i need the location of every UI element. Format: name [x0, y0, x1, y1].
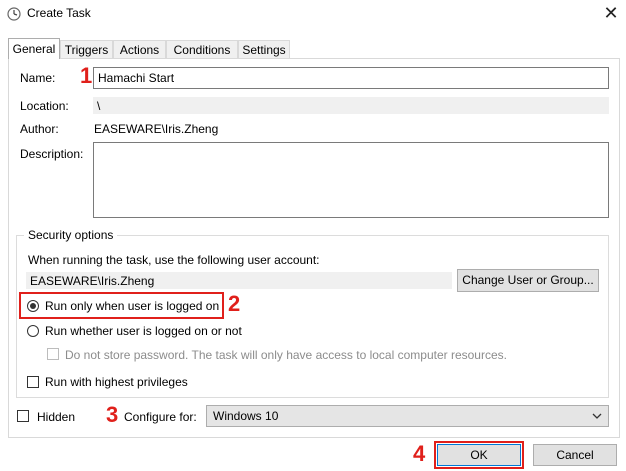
location-label: Location:: [20, 99, 69, 113]
title-bar: Create Task ✕: [0, 0, 626, 28]
highest-privileges-label[interactable]: Run with highest privileges: [45, 375, 188, 389]
chevron-down-icon: [592, 413, 602, 419]
author-label: Author:: [20, 122, 59, 136]
radio-whether-logged-on[interactable]: [27, 325, 39, 337]
cancel-button[interactable]: Cancel: [533, 444, 617, 466]
location-value: \: [93, 97, 609, 114]
annotation-2: 2: [228, 291, 241, 316]
no-store-password-label: Do not store password. The task will onl…: [65, 348, 507, 362]
radio-logged-on-label[interactable]: Run only when user is logged on: [45, 299, 219, 313]
description-input[interactable]: [93, 142, 609, 218]
close-icon[interactable]: ✕: [600, 3, 622, 23]
description-label: Description:: [20, 147, 84, 161]
configure-for-select[interactable]: Windows 10: [206, 405, 609, 427]
account-prompt: When running the task, use the following…: [28, 253, 320, 267]
hidden-checkbox[interactable]: [17, 410, 29, 422]
author-value: EASEWARE\Iris.Zheng: [94, 122, 219, 136]
tab-actions[interactable]: Actions: [113, 40, 166, 58]
highest-privileges-checkbox[interactable]: [27, 376, 39, 388]
annotation-1: 1: [80, 63, 93, 88]
account-value: EASEWARE\Iris.Zheng: [26, 272, 452, 289]
hidden-label[interactable]: Hidden: [37, 410, 75, 424]
name-input[interactable]: Hamachi Start: [93, 67, 609, 89]
security-options-label: Security options: [24, 228, 118, 242]
annotation-3: 3: [106, 402, 119, 427]
clock-icon: [7, 7, 21, 21]
tab-triggers[interactable]: Triggers: [60, 40, 113, 58]
configure-for-label: Configure for:: [124, 410, 197, 424]
no-store-password-checkbox[interactable]: [47, 348, 59, 360]
tab-conditions[interactable]: Conditions: [166, 40, 238, 58]
annotation-4: 4: [413, 441, 426, 466]
radio-whether-label[interactable]: Run whether user is logged on or not: [45, 324, 242, 338]
configure-for-value: Windows 10: [213, 409, 279, 423]
window-title: Create Task: [27, 6, 91, 20]
tab-general[interactable]: General: [8, 38, 60, 59]
change-user-button[interactable]: Change User or Group...: [457, 269, 599, 292]
name-label: Name:: [20, 71, 56, 85]
ok-button[interactable]: OK: [437, 444, 521, 466]
tab-settings[interactable]: Settings: [238, 40, 290, 58]
radio-logged-on[interactable]: [27, 300, 39, 312]
